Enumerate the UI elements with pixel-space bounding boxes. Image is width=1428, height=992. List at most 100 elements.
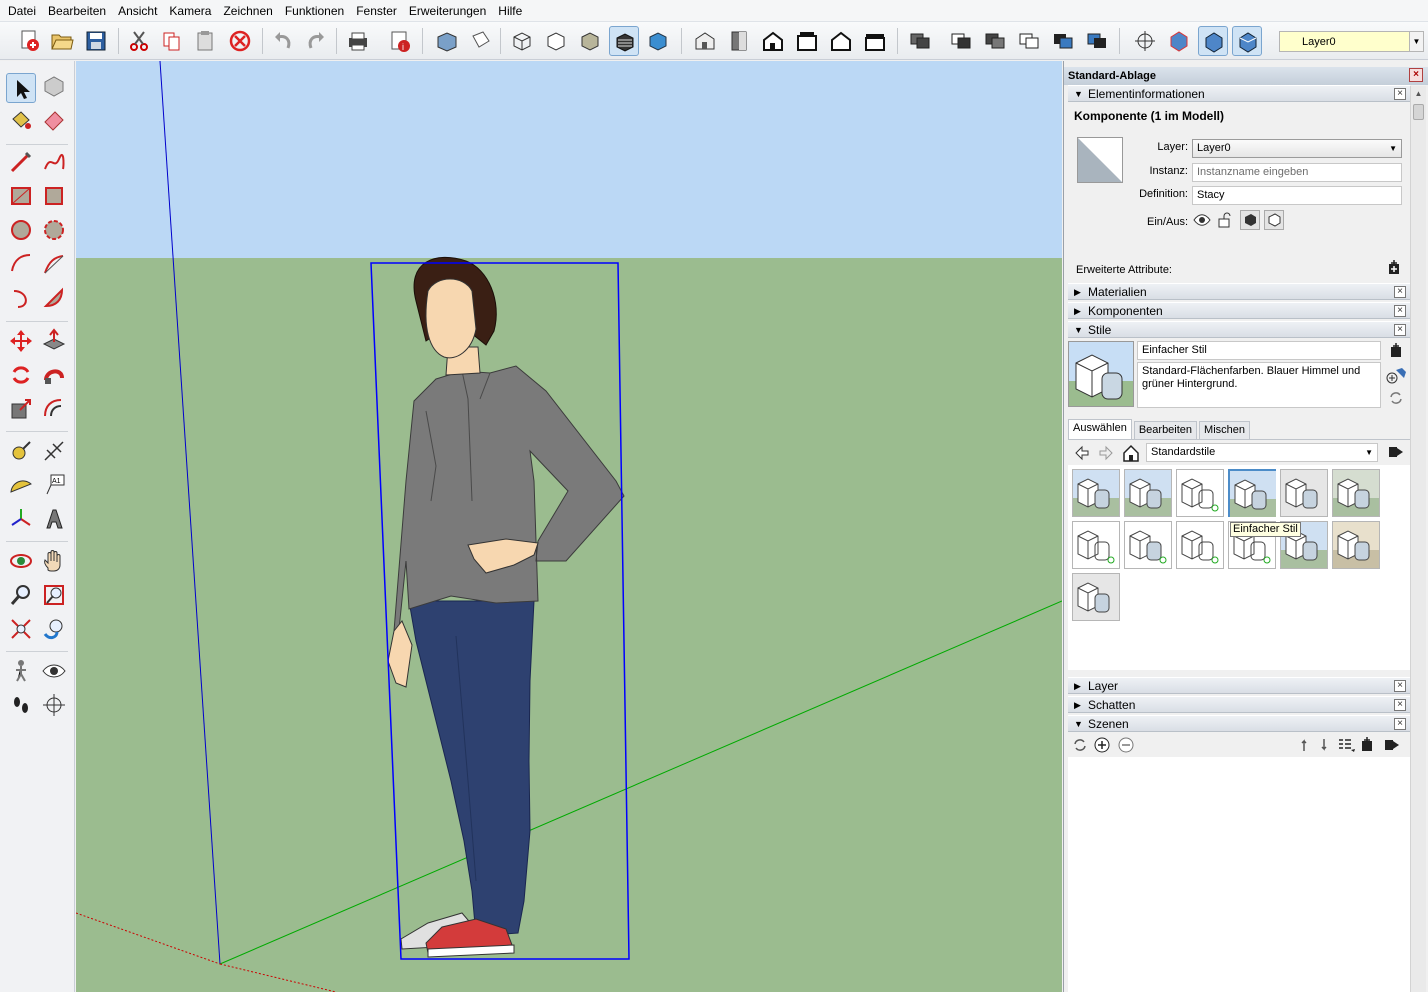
scene-menu-arrow-icon[interactable] [1384,737,1400,753]
forward-arrow-icon[interactable] [1098,445,1114,461]
style-description-input[interactable]: Standard-Flächenfarben. Blauer Himmel un… [1137,362,1381,408]
scroll-up-icon[interactable]: ▲ [1411,86,1426,102]
shaded-icon[interactable] [575,26,605,56]
freehand-icon[interactable] [39,147,69,177]
section-materials[interactable]: ▶ Materialien × [1068,283,1410,300]
view-options-icon[interactable] [1338,737,1356,753]
pie-icon[interactable] [39,283,69,313]
tab-auswaehlen[interactable]: Auswählen [1068,419,1132,439]
section-scenes[interactable]: ▼ Szenen × [1068,715,1410,732]
tray-scrollbar[interactable]: ▲ [1410,86,1426,992]
paste-icon[interactable] [190,26,220,56]
view-iso-house-icon[interactable] [690,26,720,56]
menu-zeichnen[interactable]: Zeichnen [217,0,278,22]
wireframe-icon[interactable] [541,26,571,56]
menu-funktionen[interactable]: Funktionen [279,0,350,22]
entity-layer-select[interactable]: Layer0 ▼ [1192,139,1402,158]
expand-attributes-icon[interactable] [1387,260,1401,276]
section-components[interactable]: ▶ Komponenten × [1068,302,1410,319]
update-style-icon[interactable] [1388,389,1404,407]
menu-erweiterungen[interactable]: Erweiterungen [403,0,492,22]
protractor-icon[interactable] [6,470,36,500]
model-viewport[interactable] [76,61,1062,992]
style-details-icon[interactable] [1389,343,1403,359]
visibility-eye-icon[interactable] [1193,211,1211,229]
style-thumbnail[interactable] [1280,469,1328,517]
remove-scene-icon[interactable] [1118,737,1134,753]
section-close-icon[interactable]: × [1394,680,1406,692]
instance-name-input[interactable]: Instanzname eingeben [1192,163,1402,182]
unlock-icon[interactable] [1216,211,1234,229]
create-style-icon[interactable] [1386,366,1406,384]
view-left-icon[interactable] [860,26,890,56]
tape-measure-icon[interactable] [6,436,36,466]
view-back-icon[interactable] [826,26,856,56]
look-around-eye-icon[interactable] [39,656,69,686]
solid-outer-shell-icon[interactable] [946,26,976,56]
zoom-window-icon[interactable] [39,580,69,610]
dimension-icon[interactable] [39,436,69,466]
eraser-icon[interactable] [39,105,69,135]
follow-me-icon[interactable] [39,360,69,390]
axes-icon[interactable] [6,504,36,534]
section-shadows[interactable]: ▶ Schatten × [1068,696,1410,713]
tray-close-icon[interactable]: × [1409,68,1423,82]
receive-shadows-icon[interactable] [1264,210,1284,230]
push-pull-icon[interactable] [39,326,69,356]
solid-trim-icon[interactable] [1082,26,1112,56]
two-point-arc-icon[interactable] [39,249,69,279]
redo-icon[interactable] [301,26,331,56]
undo-icon[interactable] [268,26,298,56]
section-close-icon[interactable]: × [1394,324,1406,336]
menu-datei[interactable]: Datei [2,0,42,22]
arc-icon[interactable] [6,249,36,279]
zoom-icon[interactable] [6,580,36,610]
scene-details-icon[interactable] [1360,737,1374,753]
iso-view-icon[interactable] [432,26,462,56]
three-point-arc-icon[interactable] [6,283,36,313]
open-folder-icon[interactable] [47,26,77,56]
menu-kamera[interactable]: Kamera [163,0,217,22]
style-thumbnail[interactable] [1072,521,1120,569]
orbit-icon[interactable] [6,546,36,576]
menu-fenster[interactable]: Fenster [350,0,403,22]
select-tool-icon[interactable] [6,73,36,103]
xray-icon[interactable] [507,26,537,56]
make-component-icon[interactable] [39,71,69,101]
cast-shadows-icon[interactable] [1240,210,1260,230]
section-close-icon[interactable]: × [1394,88,1406,100]
paper-view-icon[interactable] [466,26,496,56]
add-scene-icon[interactable] [1094,737,1110,753]
save-icon[interactable] [81,26,111,56]
section-close-icon[interactable]: × [1394,699,1406,711]
new-file-icon[interactable] [14,26,44,56]
style-thumbnail[interactable] [1332,521,1380,569]
copy-icon[interactable] [157,26,187,56]
section-close-icon[interactable]: × [1394,718,1406,730]
display-section-planes-icon[interactable] [1198,26,1228,56]
menu-hilfe[interactable]: Hilfe [492,0,528,22]
rotate-icon[interactable] [6,360,36,390]
style-thumbnail[interactable] [1332,469,1380,517]
view-top-icon[interactable] [724,26,754,56]
definition-input[interactable]: Stacy [1192,186,1402,205]
style-thumbnail[interactable] [1072,469,1120,517]
line-tool-icon[interactable] [6,147,36,177]
cut-icon[interactable] [124,26,154,56]
style-thumbnail[interactable] [1176,469,1224,517]
move-scene-up-icon[interactable] [1300,737,1312,753]
monochrome-icon[interactable] [643,26,673,56]
scroll-thumb[interactable] [1413,104,1424,120]
rotated-rectangle-icon[interactable] [39,181,69,211]
zoom-extents-icon[interactable] [6,614,36,644]
section-layer[interactable]: ▶ Layer × [1068,677,1410,694]
solid-subtract-icon[interactable] [1048,26,1078,56]
details-arrow-icon[interactable] [1388,444,1404,460]
tab-bearbeiten[interactable]: Bearbeiten [1133,421,1198,439]
polygon-icon[interactable] [39,215,69,245]
pan-hand-icon[interactable] [39,546,69,576]
style-thumbnail[interactable] [1072,573,1120,621]
view-front-icon[interactable] [758,26,788,56]
section-close-icon[interactable]: × [1394,286,1406,298]
text-tool-icon[interactable]: A1 [39,470,69,500]
